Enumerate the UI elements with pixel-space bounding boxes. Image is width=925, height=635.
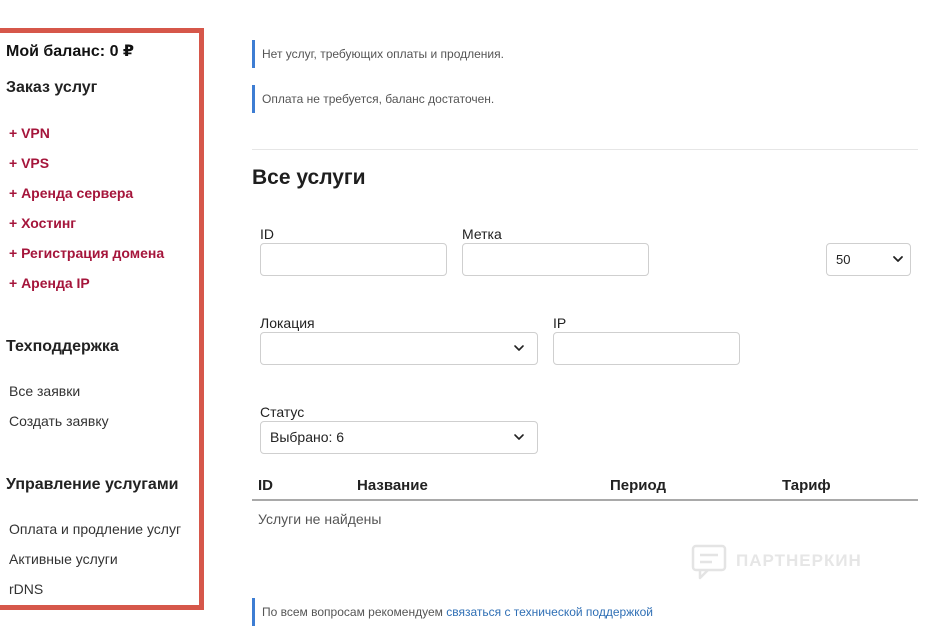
tag-filter-input[interactable] <box>462 243 649 276</box>
balance-ok-notice: Оплата не требуется, баланс достаточен. <box>252 85 494 113</box>
status-select[interactable]: Выбрано: 6 <box>260 421 538 454</box>
location-filter-label: Локация <box>260 315 315 331</box>
id-filter-label: ID <box>260 226 274 242</box>
balance-ok-notice-text: Оплата не требуется, баланс достаточен. <box>262 92 495 106</box>
chevron-down-icon <box>514 434 524 440</box>
page-title: Все услуги <box>252 166 366 189</box>
support-notice: По всем вопросам рекомендуем связаться с… <box>252 598 653 626</box>
status-value: Выбрано: 6 <box>270 429 345 445</box>
status-filter-label: Статус <box>260 404 305 420</box>
order-ip-rent-link[interactable]: + Аренда IP <box>9 275 90 291</box>
order-heading: Заказ услуг <box>6 79 98 96</box>
order-domain-link[interactable]: + Регистрация домена <box>9 245 164 261</box>
no-payment-notice-text: Нет услуг, требующих оплаты и продления. <box>262 47 504 61</box>
balance-display: Мой баланс: 0 ₽ <box>6 43 135 60</box>
watermark: ПАРТНЕРКИН <box>690 543 880 583</box>
column-header-id[interactable]: ID <box>258 477 273 494</box>
chat-bubble-icon <box>691 544 727 580</box>
tag-filter-label: Метка <box>462 226 502 242</box>
column-header-period[interactable]: Период <box>610 477 666 494</box>
watermark-text: ПАРТНЕРКИН <box>736 551 862 570</box>
sidebar: Мой баланс: 0 ₽ Заказ услуг + VPN + VPS … <box>0 28 204 610</box>
ip-filter-input[interactable] <box>553 332 740 365</box>
chevron-down-icon <box>893 256 903 262</box>
order-vps-link[interactable]: + VPS <box>9 155 49 171</box>
order-server-rent-link[interactable]: + Аренда сервера <box>9 185 133 201</box>
table-header-rule <box>252 499 918 501</box>
payment-renewal-link[interactable]: Оплата и продление услуг <box>9 521 181 537</box>
id-filter-input[interactable] <box>260 243 447 276</box>
location-select[interactable] <box>260 332 538 365</box>
create-ticket-link[interactable]: Создать заявку <box>9 413 109 429</box>
order-hosting-link[interactable]: + Хостинг <box>9 215 76 231</box>
all-tickets-link[interactable]: Все заявки <box>9 383 80 399</box>
manage-heading: Управление услугами <box>6 476 179 493</box>
chevron-down-icon <box>514 345 524 351</box>
no-payment-notice: Нет услуг, требующих оплаты и продления. <box>252 40 504 68</box>
order-vpn-link[interactable]: + VPN <box>9 125 50 141</box>
ip-filter-label: IP <box>553 315 567 331</box>
column-header-name[interactable]: Название <box>357 477 428 494</box>
contact-support-link[interactable]: связаться с технической поддержкой <box>446 605 653 619</box>
empty-table-message: Услуги не найдены <box>258 511 382 527</box>
per-page-value: 50 <box>836 252 851 267</box>
rdns-link[interactable]: rDNS <box>9 581 43 597</box>
page: Мой баланс: 0 ₽ Заказ услуг + VPN + VPS … <box>0 0 925 635</box>
column-header-tariff[interactable]: Тариф <box>782 477 831 494</box>
support-notice-prefix: По всем вопросам рекомендуем <box>262 605 447 619</box>
per-page-select[interactable]: 50 <box>826 243 911 276</box>
active-services-link[interactable]: Активные услуги <box>9 551 118 567</box>
support-heading: Техподдержка <box>6 338 119 355</box>
section-divider <box>252 149 918 150</box>
